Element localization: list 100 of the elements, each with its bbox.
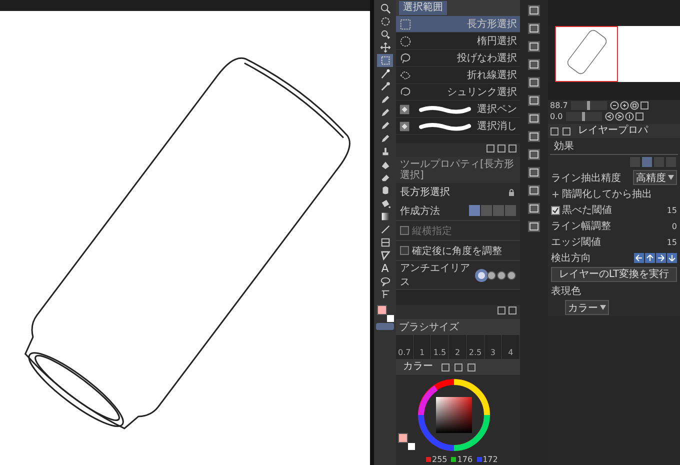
pen-icon [380, 133, 390, 144]
slider-icon[interactable] [467, 362, 476, 372]
rotation-slider[interactable] [566, 112, 602, 121]
zoom-cursor-icon [380, 29, 390, 40]
eraser-icon [380, 172, 390, 183]
brush-size-preset[interactable]: 0.7 [396, 335, 414, 359]
option-label: 作成方法 [400, 204, 440, 218]
magnifier-icon [380, 3, 390, 14]
rotate-right-icon[interactable] [614, 112, 624, 121]
sub-tool-item[interactable]: 長方形選択 [396, 16, 520, 33]
channel-value: 255 [432, 455, 448, 464]
option-value[interactable]: 0 [672, 222, 677, 230]
channel-value: 172 [482, 455, 498, 464]
lock-icon[interactable] [507, 188, 516, 196]
panel-icon[interactable] [527, 40, 541, 53]
dropdown[interactable]: 高精度 [633, 170, 677, 185]
sub-tool-item[interactable]: 選択ペン [396, 101, 520, 118]
checkbox[interactable] [551, 206, 560, 214]
sub-tool-item[interactable]: 選択消し [396, 118, 520, 135]
option-label: エッジ閾値 [551, 236, 601, 249]
antialias-option[interactable] [497, 270, 506, 280]
tool-property-header: ツールプロパティ[長方形選択] [396, 157, 520, 183]
sub-tool-item[interactable]: 折れ線選択 [396, 67, 520, 84]
sub-tool-item[interactable]: 楕円選択 [396, 33, 520, 50]
panel-icon[interactable] [527, 184, 541, 197]
panel-icon[interactable] [527, 76, 541, 89]
direction-button[interactable] [645, 253, 655, 263]
antialias-option[interactable] [507, 270, 516, 280]
fit-icon[interactable] [630, 101, 639, 110]
sub-color-swatch[interactable] [387, 315, 394, 322]
reset-icon[interactable] [624, 112, 634, 121]
antialias-option[interactable] [487, 270, 496, 280]
panel-icon[interactable] [527, 166, 541, 179]
antialias-option[interactable] [477, 270, 486, 280]
expand-icon[interactable] [551, 190, 560, 198]
eyedropper-icon [380, 81, 390, 92]
option-label: 黒べた閾値 [562, 204, 612, 217]
panel-icon[interactable] [527, 202, 541, 215]
panel-icon[interactable] [527, 22, 541, 35]
sub-tool-item[interactable]: シュリンク選択 [396, 84, 520, 101]
run-button[interactable]: レイヤーのLT変換を実行 [551, 267, 677, 282]
main-color-swatch[interactable] [398, 433, 408, 443]
option-label: ライン抽出精度 [551, 172, 621, 184]
brush-tip-icon [399, 120, 412, 132]
tool-button[interactable]: A [377, 262, 393, 275]
rotate-icon [380, 16, 390, 27]
bucket-icon [380, 198, 390, 209]
pen-icon [380, 107, 390, 118]
pen-icon [380, 94, 390, 105]
color-wheel[interactable] [416, 377, 492, 453]
flip-icon[interactable] [634, 112, 644, 121]
wrench-icon[interactable] [508, 306, 517, 315]
add-icon[interactable] [486, 144, 495, 153]
rotate-left-icon[interactable] [604, 112, 614, 121]
checkbox[interactable] [400, 246, 409, 255]
tool-name: 長方形選択 [400, 186, 450, 199]
option-label: アンチエイリアス [400, 262, 471, 289]
zoom-value: 88.7 [550, 101, 568, 110]
selection-icon [399, 68, 412, 82]
sub-tool-tab[interactable]: 選択範囲 [399, 1, 447, 15]
direction-button[interactable] [667, 253, 677, 263]
pen-icon [380, 120, 390, 131]
panel-icon[interactable] [527, 58, 541, 71]
rotation-value: 0.0 [550, 112, 563, 121]
main-color-swatch[interactable] [377, 305, 387, 315]
panel-icon[interactable] [527, 220, 541, 233]
option-label: 表現色 [551, 284, 581, 298]
zoom-slider[interactable] [570, 101, 607, 110]
fit-icon[interactable] [640, 101, 649, 110]
sub-color-swatch[interactable] [408, 443, 415, 450]
channel-value: 176 [457, 455, 473, 464]
option-label: 検出方向 [551, 252, 591, 265]
move-icon [380, 42, 390, 53]
balloon-icon [380, 276, 390, 287]
brush-size-preset[interactable]: 1.5 [431, 335, 450, 359]
wand-icon [380, 68, 390, 79]
option-value[interactable]: 15 [666, 206, 677, 214]
zoom-in-icon[interactable] [620, 101, 629, 110]
panel-icon[interactable] [527, 112, 541, 125]
panel-icon[interactable] [527, 94, 541, 107]
history-icon[interactable] [454, 362, 463, 372]
direction-button[interactable] [656, 253, 666, 263]
panel-icon[interactable] [527, 130, 541, 143]
color-toggle-button[interactable] [376, 323, 394, 330]
option-label: ライン幅調整 [551, 220, 611, 233]
panel-icon[interactable] [527, 4, 541, 17]
brush-size-preset[interactable]: 2.5 [466, 335, 485, 359]
sub-tool-item[interactable]: 投げなわ選択 [396, 50, 520, 67]
settings-icon[interactable] [497, 306, 506, 315]
panel-icon[interactable] [527, 148, 541, 161]
delete-icon[interactable] [508, 144, 517, 153]
palette-icon[interactable] [441, 362, 450, 372]
option-label: 確定後に角度を調整 [412, 244, 503, 258]
direction-button[interactable] [634, 253, 644, 263]
copy-icon[interactable] [497, 144, 506, 153]
option-value[interactable]: 15 [666, 238, 677, 246]
line-icon [380, 224, 390, 235]
zoom-out-icon[interactable] [610, 101, 619, 110]
dropdown[interactable]: カラー [565, 300, 609, 315]
gradient-icon [380, 211, 390, 222]
